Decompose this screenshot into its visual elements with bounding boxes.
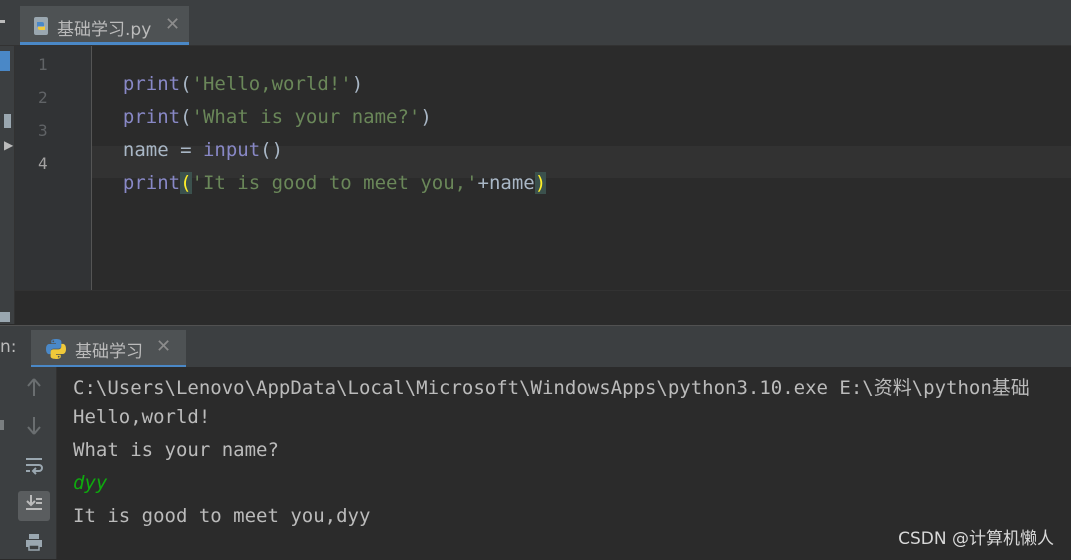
scroll-tool-icon[interactable] — [0, 312, 10, 322]
console-line: Hello,world! — [73, 406, 211, 428]
project-tool-icon[interactable] — [0, 51, 10, 71]
matched-paren: ) — [534, 172, 547, 194]
run-tab-label: 基础学习 — [75, 342, 143, 362]
close-icon[interactable]: ✕ — [165, 14, 180, 35]
matched-paren: ( — [180, 172, 192, 194]
line-number: 1 — [38, 55, 48, 74]
code-token: print — [122, 172, 181, 194]
line-number-gutter: 1 2 3 4 — [15, 46, 91, 290]
run-panel-label: n: — [0, 337, 17, 357]
run-toolbar — [0, 367, 57, 559]
structure-tool-icon[interactable] — [4, 114, 11, 128]
close-icon[interactable]: ✕ — [156, 336, 171, 357]
console-line: It is good to meet you,dyy — [73, 505, 371, 527]
line-number: 2 — [38, 88, 48, 107]
up-arrow-icon[interactable] — [18, 375, 50, 405]
soft-wrap-icon[interactable] — [18, 453, 50, 483]
python-file-icon — [31, 16, 51, 40]
line-number-current: 4 — [38, 154, 48, 173]
python-icon — [45, 338, 67, 364]
editor-tab-label: 基础学习.py — [57, 20, 152, 40]
run-panel-header: n: 基础学习 ✕ — [0, 325, 1071, 368]
code-line-4[interactable]: print('It is good to meet you,'+name) — [100, 150, 547, 194]
code-token: ) — [420, 106, 432, 128]
bookmark-tool-icon[interactable]: ▶ — [4, 138, 14, 152]
print-icon[interactable] — [18, 530, 50, 560]
left-tool-strip: ▶ — [0, 46, 15, 324]
code-token: 'It is good to meet you,' — [191, 172, 478, 194]
watermark: CSDN @计算机懒人 — [898, 529, 1054, 549]
line-number: 3 — [38, 121, 48, 140]
editor-empty-area[interactable] — [15, 290, 1071, 325]
console-line: What is your name? — [73, 439, 279, 461]
toolbar-edge-marker — [0, 420, 4, 430]
console-line: C:\Users\Lenovo\AppData\Local\Microsoft\… — [73, 377, 1030, 399]
console-user-input: dyy — [73, 472, 108, 494]
editor-tab-bar: 基础学习.py ✕ — [0, 0, 1071, 46]
scroll-to-end-icon[interactable] — [18, 491, 50, 521]
down-arrow-icon[interactable] — [18, 414, 50, 444]
editor-file-tab[interactable]: 基础学习.py ✕ — [20, 6, 189, 45]
tabbar-edge-marker — [0, 20, 5, 23]
run-config-tab[interactable]: 基础学习 ✕ — [31, 330, 186, 368]
code-token: +name — [477, 172, 535, 194]
